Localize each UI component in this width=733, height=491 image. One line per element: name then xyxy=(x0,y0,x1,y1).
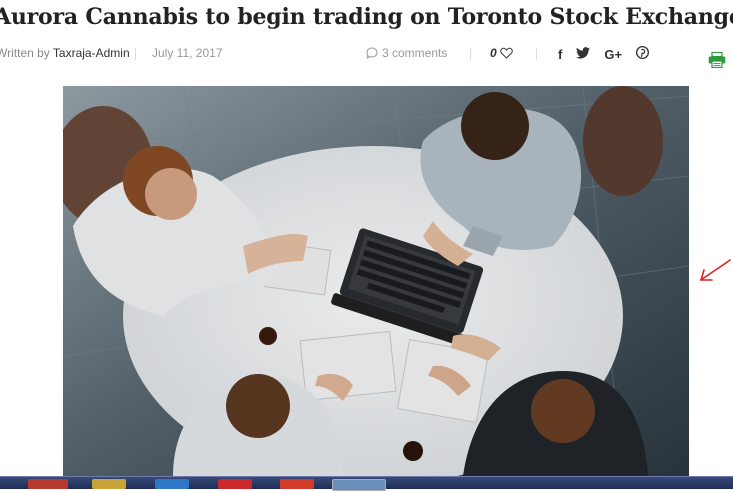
author-link[interactable]: Taxraja-Admin xyxy=(53,46,130,60)
twitter-share-button[interactable] xyxy=(576,46,591,62)
business-meeting-photo xyxy=(63,86,689,476)
share-bar: f G+ xyxy=(558,46,650,62)
comments-link[interactable]: 3 comments xyxy=(366,46,447,60)
print-button[interactable] xyxy=(708,51,726,73)
annotation-arrow xyxy=(696,256,732,291)
comment-icon xyxy=(366,47,378,60)
print-icon xyxy=(708,51,726,69)
meta-divider xyxy=(536,48,537,60)
author-line: Written by Taxraja-Admin xyxy=(0,46,130,60)
hand-drawn-arrow-icon xyxy=(700,259,731,281)
article-title: Aurora Cannabis to begin trading on Toro… xyxy=(0,4,733,30)
featured-image xyxy=(63,86,689,476)
os-taskbar xyxy=(0,476,733,491)
google-plus-share-button[interactable]: G+ xyxy=(604,47,622,62)
post-date: July 11, 2017 xyxy=(152,46,223,60)
comments-count: 3 comments xyxy=(382,46,448,60)
pinterest-icon xyxy=(636,46,650,59)
author-prefix: Written by xyxy=(0,46,50,60)
meta-divider xyxy=(470,48,471,60)
pinterest-share-button[interactable] xyxy=(636,46,650,62)
twitter-icon xyxy=(576,46,591,59)
taskbar-app-button-active[interactable] xyxy=(332,479,386,491)
meta-divider xyxy=(135,48,136,60)
likes-count: 0 xyxy=(490,46,497,60)
like-button[interactable]: 0 xyxy=(490,46,513,60)
article-meta: Written by Taxraja-Admin July 11, 2017 3… xyxy=(0,44,733,66)
heart-icon xyxy=(499,47,513,59)
facebook-share-button[interactable]: f xyxy=(558,47,562,62)
